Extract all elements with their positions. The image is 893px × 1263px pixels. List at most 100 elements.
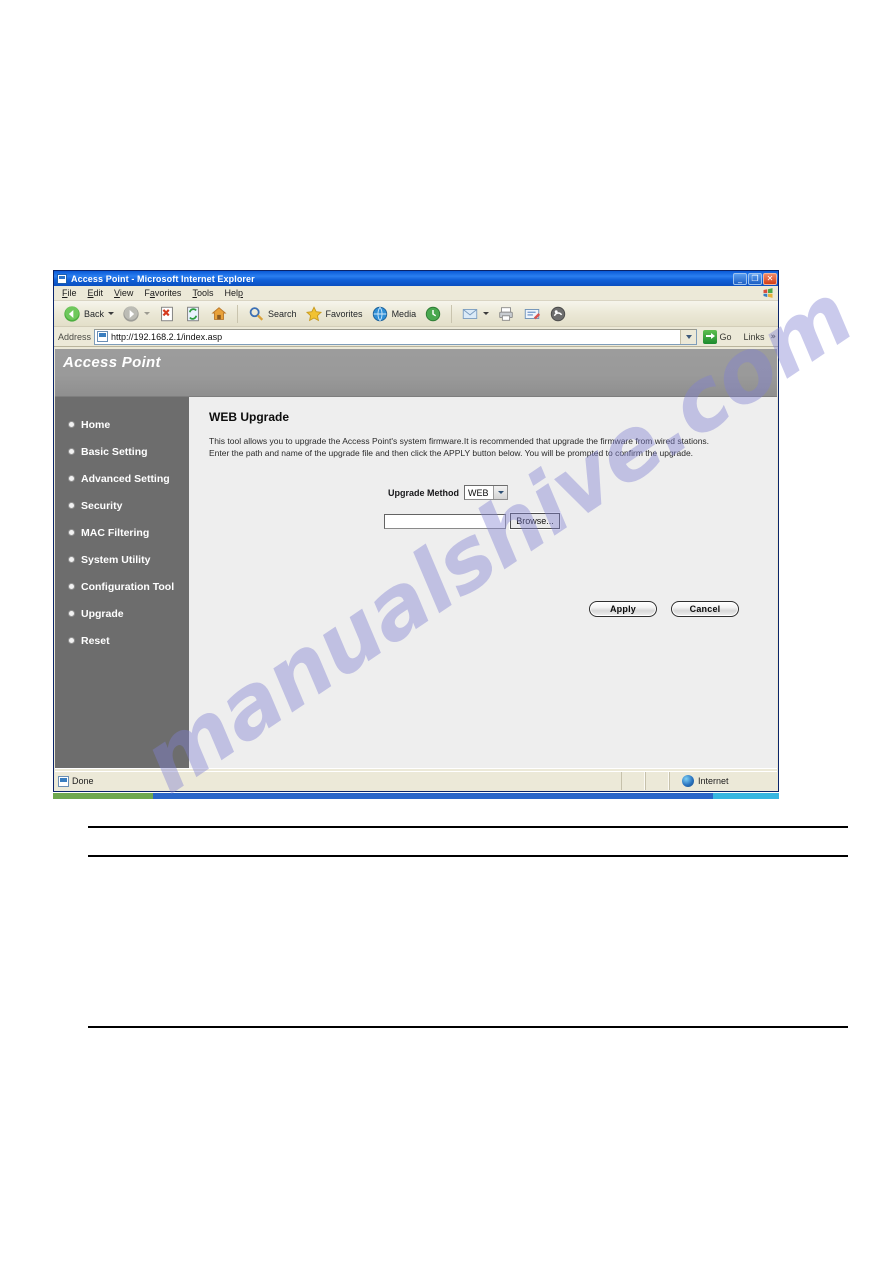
window-controls: _ ❐ ✕	[733, 272, 777, 285]
status-page-icon	[58, 775, 69, 787]
address-bar: Address http://192.168.2.1/index.asp Go …	[54, 327, 778, 347]
description-line-2: Enter the path and name of the upgrade f…	[209, 447, 694, 458]
upgrade-method-label: Upgrade Method	[388, 487, 459, 498]
menu-item-view[interactable]: View	[114, 288, 133, 298]
menu-item-file[interactable]: FFileile	[62, 288, 77, 298]
description-line-1: This tool allows you to upgrade the Acce…	[209, 436, 710, 446]
history-clock-icon	[425, 306, 441, 321]
favorites-button[interactable]: Favorites	[302, 303, 366, 325]
cancel-label: Cancel	[689, 604, 721, 614]
favorites-label: Favorites	[325, 308, 363, 319]
restore-button[interactable]: ❐	[748, 272, 762, 285]
edit-page-icon	[524, 308, 541, 319]
sidebar-item-label: Security	[81, 499, 123, 512]
sidebar-item-security[interactable]: Security	[55, 492, 189, 519]
messenger-button[interactable]	[546, 303, 570, 325]
sidebar-item-label: Home	[81, 418, 111, 431]
sidebar-item-home[interactable]: Home	[55, 411, 189, 438]
address-input[interactable]: http://192.168.2.1/index.asp	[94, 328, 698, 345]
ie-page-icon	[57, 273, 67, 284]
minimize-button[interactable]: _	[733, 272, 747, 285]
sidebar-item-advanced-setting[interactable]: Advanced Setting	[55, 465, 189, 492]
banner-title: Access Point	[63, 354, 161, 371]
print-button[interactable]	[494, 303, 518, 325]
upgrade-form: Upgrade Method WEB Browse...	[209, 485, 767, 530]
horizontal-rule-1	[88, 826, 848, 828]
sidebar-item-label: Advanced Setting	[81, 472, 170, 485]
forward-arrow-icon	[123, 305, 139, 322]
go-arrow-icon	[703, 329, 718, 344]
sidebar-item-label: Upgrade	[81, 607, 124, 620]
bullet-icon	[69, 557, 74, 562]
forward-button[interactable]	[119, 303, 153, 325]
stop-button[interactable]	[155, 303, 179, 325]
back-label: Back	[84, 308, 105, 319]
search-icon	[249, 306, 264, 321]
sidebar-item-label: MAC Filtering	[81, 526, 150, 539]
refresh-button[interactable]	[181, 303, 205, 325]
page-title: WEB Upgrade	[209, 410, 290, 424]
links-label[interactable]: Links	[743, 332, 764, 342]
mail-button[interactable]	[458, 303, 492, 325]
toolbar-separator	[237, 304, 239, 323]
sidebar-item-configuration-tool[interactable]: Configuration Tool	[55, 573, 189, 600]
close-button[interactable]: ✕	[763, 272, 777, 285]
sidebar-item-label: Configuration Tool	[81, 580, 175, 593]
address-url-text: http://192.168.2.1/index.asp	[111, 331, 223, 342]
zone-label: Internet	[698, 776, 729, 786]
home-button[interactable]	[207, 303, 231, 325]
bullet-icon	[69, 449, 74, 454]
refresh-icon	[187, 306, 199, 321]
close-icon: ✕	[766, 273, 774, 283]
sidebar-item-mac-filtering[interactable]: MAC Filtering	[55, 519, 189, 546]
menu-item-help[interactable]: Help	[224, 288, 243, 298]
action-buttons: Apply Cancel	[209, 601, 767, 617]
sidebar-item-basic-setting[interactable]: Basic Setting	[55, 438, 189, 465]
menu-item-edit[interactable]: Edit	[88, 288, 104, 298]
search-label: Search	[268, 308, 297, 319]
bullet-icon	[69, 476, 74, 481]
mail-icon	[462, 308, 478, 319]
bullet-icon	[69, 503, 74, 508]
main-content: WEB Upgrade This tool allows you to upgr…	[189, 397, 777, 768]
product-banner: Access Point	[55, 349, 777, 397]
edit-button[interactable]	[520, 303, 544, 325]
address-label: Address	[58, 331, 92, 342]
bullet-icon	[69, 530, 74, 535]
address-dropdown-button[interactable]	[680, 329, 697, 344]
window-title: Access Point - Microsoft Internet Explor…	[71, 273, 255, 284]
forward-dropdown-icon[interactable]	[144, 312, 151, 315]
sidebar-item-system-utility[interactable]: System Utility	[55, 546, 189, 573]
links-chevron-icon[interactable]: »	[770, 332, 776, 342]
mail-dropdown-icon[interactable]	[483, 312, 490, 315]
media-button[interactable]: Media	[368, 303, 420, 325]
upgrade-method-select[interactable]: WEB	[464, 485, 508, 500]
go-button[interactable]: Go	[700, 329, 734, 344]
bullet-icon	[69, 422, 74, 427]
status-text: Done	[72, 776, 94, 786]
menu-item-favorites[interactable]: Favorites	[144, 288, 181, 298]
back-dropdown-icon[interactable]	[108, 312, 115, 315]
sidebar-item-label: Basic Setting	[81, 445, 148, 458]
menu-item-tools[interactable]: Tools	[192, 288, 213, 298]
page-favicon-icon	[97, 331, 109, 342]
search-button[interactable]: Search	[244, 303, 300, 325]
back-button[interactable]: Back	[60, 303, 117, 325]
history-button[interactable]	[421, 303, 445, 325]
sidebar-item-reset[interactable]: Reset	[55, 627, 189, 654]
taskbar-strip	[53, 786, 779, 799]
sidebar-item-label: System Utility	[81, 553, 151, 566]
windows-flag-icon	[763, 288, 773, 298]
page-body: Home Basic Setting Advanced Setting Secu…	[55, 397, 777, 768]
firmware-file-input[interactable]	[384, 513, 507, 529]
sidebar-item-upgrade[interactable]: Upgrade	[55, 600, 189, 627]
sidebar-item-label: Reset	[81, 634, 110, 647]
browse-button[interactable]: Browse...	[509, 512, 561, 530]
upgrade-method-value: WEB	[468, 487, 489, 498]
back-arrow-icon	[64, 305, 80, 322]
star-icon	[305, 305, 322, 321]
menu-bar: FFileile Edit View Favorites Tools Help	[54, 286, 778, 301]
apply-button[interactable]: Apply	[589, 601, 657, 617]
chevron-down-icon[interactable]	[493, 486, 507, 499]
cancel-button[interactable]: Cancel	[671, 601, 739, 617]
